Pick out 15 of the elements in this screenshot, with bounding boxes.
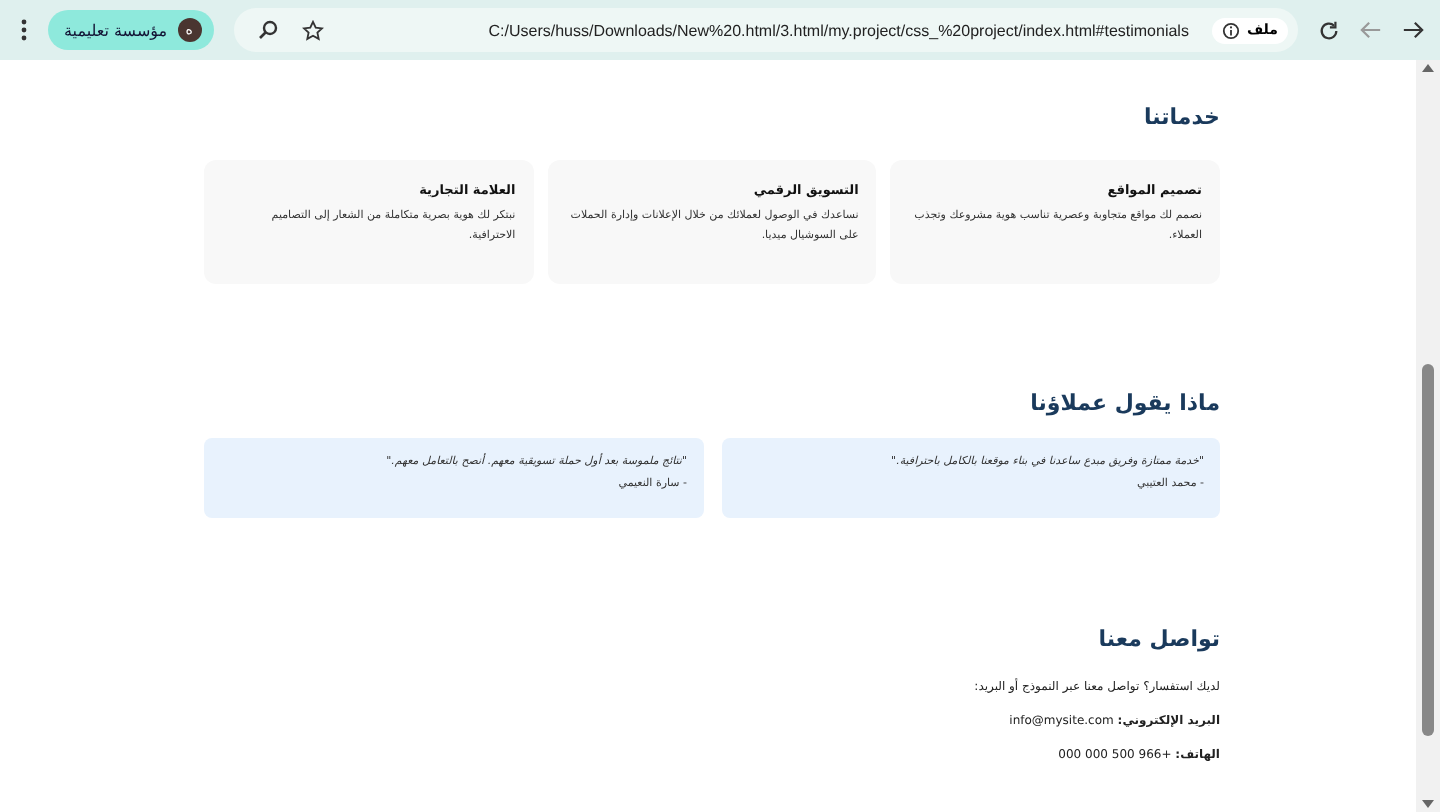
section-heading: ماذا يقول عملاؤنا xyxy=(1028,390,1220,420)
scrollbar[interactable] xyxy=(1416,60,1440,812)
zoom-icon[interactable] xyxy=(257,20,278,40)
star-icon[interactable] xyxy=(301,19,324,41)
section-heading: خدماتنا xyxy=(1142,104,1220,134)
info-icon xyxy=(1222,21,1241,39)
more-menu-icon[interactable] xyxy=(20,18,28,42)
forward-arrow-icon[interactable] xyxy=(1402,20,1424,40)
section-heading: تواصل معنا xyxy=(1096,626,1220,656)
scroll-up-icon[interactable] xyxy=(1422,64,1434,72)
scrollbar-thumb[interactable] xyxy=(1422,364,1434,736)
scroll-down-icon[interactable] xyxy=(1422,800,1434,808)
reload-icon[interactable] xyxy=(1318,19,1340,41)
profile-name: مؤسسة تعليمية xyxy=(64,21,168,39)
url-text[interactable]: C:/Users/huss/Downloads/New%20.html/3.html/my.project/css_%20project/index.html#testimonials xyxy=(347,21,1189,39)
